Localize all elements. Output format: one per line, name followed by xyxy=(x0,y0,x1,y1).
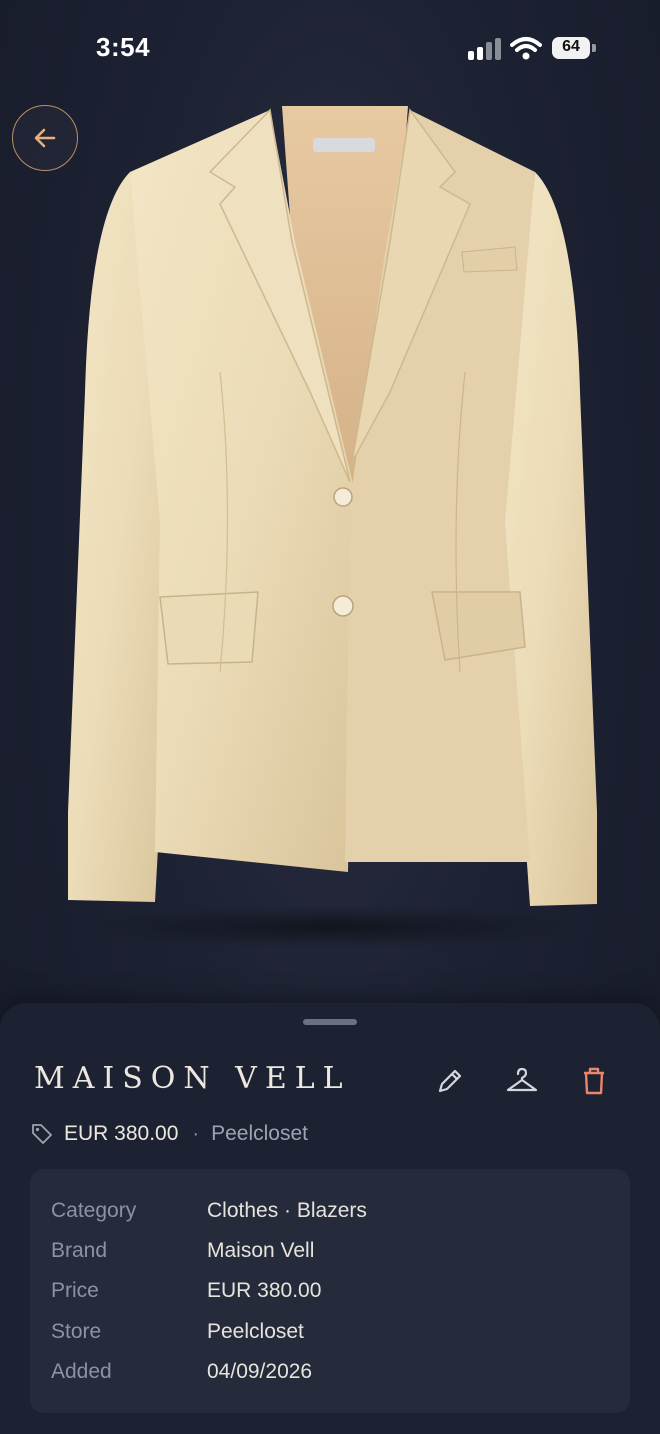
detail-label: Price xyxy=(51,1279,99,1302)
store-text: Peelcloset xyxy=(211,1122,308,1145)
detail-row-brand: Brand Maison Vell xyxy=(51,1239,611,1273)
wear-button[interactable] xyxy=(502,1061,542,1101)
detail-label: Category xyxy=(51,1199,137,1222)
detail-value: 04/09/2026 xyxy=(207,1360,313,1383)
item-brand-title: MAISON VELL xyxy=(34,1061,351,1096)
status-time: 3:54 xyxy=(96,32,151,62)
detail-label: Added xyxy=(51,1360,112,1383)
detail-value: Clothes · Blazers xyxy=(207,1199,367,1222)
detail-value: Maison Vell xyxy=(207,1239,315,1262)
sheet-drag-handle[interactable] xyxy=(303,1019,357,1025)
detail-row-price: Price EUR 380.00 xyxy=(51,1279,611,1313)
trash-icon xyxy=(584,1067,604,1095)
product-photo-blazer xyxy=(68,106,597,949)
cellular-signal-icon xyxy=(468,38,501,60)
arrow-left-icon xyxy=(34,128,56,148)
battery-indicator: 64 xyxy=(552,37,596,59)
item-details-sheet: MAISON VELL EUR 380.00 · Peelcloset Cate… xyxy=(0,1003,660,1434)
status-bar: 3:54 64 xyxy=(0,0,660,96)
detail-row-store: Store Peelcloset xyxy=(51,1320,611,1354)
edit-button[interactable] xyxy=(430,1061,470,1101)
delete-button[interactable] xyxy=(574,1061,614,1101)
detail-row-category: Category Clothes · Blazers xyxy=(51,1199,611,1233)
details-card: Category Clothes · Blazers Brand Maison … xyxy=(30,1169,630,1413)
pencil-icon xyxy=(438,1069,462,1093)
item-actions xyxy=(430,1061,630,1101)
separator-dot: · xyxy=(192,1122,200,1145)
detail-label: Store xyxy=(51,1320,102,1343)
hanger-icon xyxy=(506,1067,538,1092)
detail-row-added: Added 04/09/2026 xyxy=(51,1360,611,1394)
tag-icon xyxy=(32,1124,52,1144)
price-store-row: EUR 380.00 · Peelcloset xyxy=(30,1119,308,1149)
price-text: EUR 380.00 xyxy=(64,1122,179,1145)
wifi-icon xyxy=(510,37,542,60)
detail-value: Peelcloset xyxy=(207,1320,304,1343)
detail-value: EUR 380.00 xyxy=(207,1279,322,1302)
battery-level-text: 64 xyxy=(562,38,580,55)
detail-label: Brand xyxy=(51,1239,108,1262)
